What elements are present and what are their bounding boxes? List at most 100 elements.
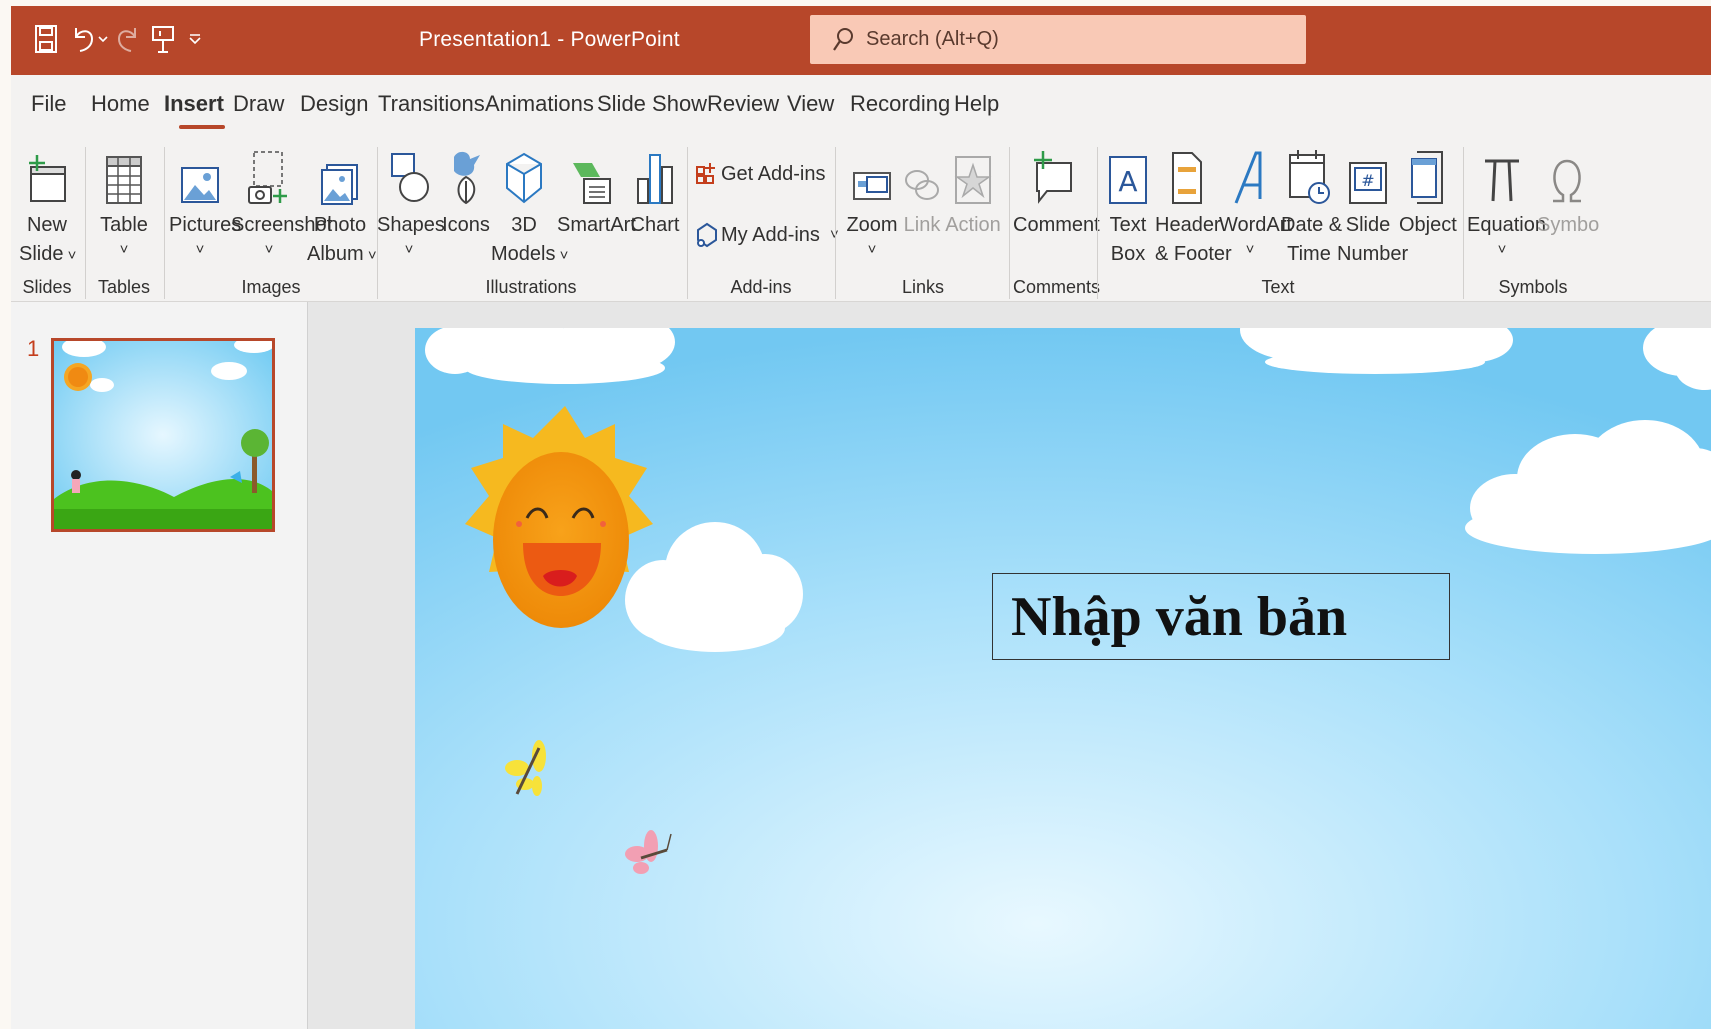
chevron-down-icon: ˅: [195, 241, 205, 258]
tab-animations[interactable]: Animations: [485, 91, 594, 117]
shapes-button[interactable]: Shapes ˅: [377, 143, 445, 260]
group-divider: [1009, 147, 1010, 299]
group-label-text: Text: [1261, 277, 1295, 297]
document-title: Presentation1 - PowerPoint: [419, 28, 680, 51]
undo-dropdown-chevron-icon[interactable]: [96, 22, 110, 56]
screenshot-label: Screenshot: [231, 214, 333, 236]
my-addins-button[interactable]: My Add-ins ˅: [695, 221, 839, 249]
search-icon: [832, 27, 854, 53]
3d-models-button[interactable]: 3D Models ˅: [491, 143, 568, 269]
slide-number-indicator: 1: [27, 336, 40, 361]
new-slide-button[interactable]: New Slide ˅: [19, 143, 76, 269]
slide-canvas[interactable]: Nhập văn bản: [415, 328, 1711, 1029]
new-slide-label-row: Slide ˅: [19, 240, 76, 269]
get-addins-button[interactable]: Get Add-ins: [695, 161, 826, 187]
new-slide-label-2: Slide: [19, 243, 64, 265]
date-time-label-1: Date &: [1281, 214, 1343, 236]
icons-icon: [441, 143, 491, 207]
action-button[interactable]: Action: [945, 143, 1001, 240]
slide-text-content[interactable]: Nhập văn bản: [1011, 585, 1347, 649]
smartart-label: SmartArt: [557, 214, 636, 236]
header-footer-button[interactable]: Header & Footer: [1155, 143, 1232, 269]
pictures-button[interactable]: Pictures ˅: [169, 143, 242, 260]
link-button[interactable]: Link: [899, 143, 945, 240]
shapes-label: Shapes: [377, 214, 445, 236]
group-label-links: Links: [901, 277, 945, 297]
group-label-comments: Comments: [1013, 277, 1101, 297]
chart-label: Chart: [630, 214, 680, 236]
tab-home[interactable]: Home: [91, 91, 150, 117]
save-icon[interactable]: [31, 22, 61, 56]
chevron-down-icon: ˅: [555, 247, 569, 264]
search-input[interactable]: Search (Alt+Q): [810, 15, 1306, 64]
slide-text-box[interactable]: Nhập văn bản: [992, 573, 1450, 660]
group-label-images: Images: [241, 277, 301, 297]
link-label: Link: [903, 214, 941, 236]
tab-view[interactable]: View: [787, 91, 834, 117]
table-button[interactable]: Table ˅: [93, 143, 155, 260]
pictures-label: Pictures: [169, 214, 242, 236]
photo-album-label-1: Photo: [313, 214, 367, 236]
wordart-button[interactable]: WordArt ˅: [1219, 143, 1292, 260]
table-icon: [93, 143, 155, 207]
get-addins-icon: [695, 161, 717, 187]
calendar-clock-icon: [1281, 143, 1337, 207]
new-slide-icon: [19, 143, 75, 207]
text-box-icon: A: [1105, 143, 1151, 207]
group-label-illustrations: Illustrations: [485, 277, 577, 297]
object-button[interactable]: Object: [1399, 143, 1457, 240]
photo-album-label-row: Album ˅: [307, 240, 377, 269]
screenshot-button[interactable]: Screenshot ˅: [231, 143, 333, 260]
start-from-beginning-icon[interactable]: [147, 22, 179, 56]
slide-number-label-2: Number: [1337, 243, 1409, 265]
equation-button[interactable]: Equation ˅: [1467, 143, 1546, 260]
zoom-button[interactable]: Zoom ˅: [845, 143, 899, 260]
photo-album-button[interactable]: Photo Album ˅: [307, 143, 377, 269]
slide-thumbnail-image: [54, 341, 272, 529]
powerpoint-window: Presentation1 - PowerPoint Search (Alt+Q…: [11, 6, 1711, 1029]
chevron-down-icon: ˅: [1497, 241, 1507, 258]
3d-models-label-row: Models ˅: [491, 240, 568, 269]
group-label-symbols: Symbols: [1498, 277, 1568, 297]
tab-transitions[interactable]: Transitions: [378, 91, 485, 117]
text-box-label-2: Box: [1110, 243, 1146, 265]
slide-thumbnail[interactable]: [51, 338, 275, 532]
tab-design[interactable]: Design: [300, 91, 368, 117]
slide-number-button[interactable]: # Slide Number: [1337, 143, 1409, 269]
pi-equation-icon: [1467, 143, 1537, 207]
slide-thumbnail-pane: 1: [11, 302, 308, 1029]
tab-review[interactable]: Review: [707, 91, 779, 117]
link-icon: [899, 143, 945, 207]
group-divider: [687, 147, 688, 299]
chevron-down-icon: ˅: [264, 241, 274, 258]
tab-slide-show[interactable]: Slide Show: [597, 91, 707, 117]
wordart-label: WordArt: [1219, 214, 1292, 236]
my-addins-label: My Add-ins: [721, 223, 820, 246]
header-footer-label-2: & Footer: [1155, 243, 1232, 265]
undo-icon[interactable]: [67, 22, 99, 56]
shapes-icon: [377, 143, 441, 207]
customize-qat-icon[interactable]: [183, 22, 207, 56]
comment-button[interactable]: Comment: [1013, 143, 1100, 240]
slide-number-icon: #: [1337, 143, 1399, 207]
tab-recording[interactable]: Recording: [850, 91, 950, 117]
group-label-tables: Tables: [97, 277, 151, 297]
icons-button[interactable]: Icons: [441, 143, 491, 240]
photo-album-icon: [307, 143, 373, 207]
redo-icon[interactable]: [113, 22, 143, 56]
table-label: Table: [100, 214, 148, 236]
object-icon: [1399, 143, 1455, 207]
tab-file[interactable]: File: [31, 91, 66, 117]
tab-draw[interactable]: Draw: [233, 91, 284, 117]
tab-insert[interactable]: Insert: [164, 91, 224, 117]
new-slide-label-1: New: [26, 214, 67, 236]
date-time-button[interactable]: Date & Time: [1281, 143, 1343, 269]
search-placeholder: Search (Alt+Q): [866, 28, 999, 50]
chart-button[interactable]: Chart: [627, 143, 683, 240]
chevron-down-icon: ˅: [1245, 241, 1255, 258]
comment-icon: [1013, 143, 1093, 207]
tab-help[interactable]: Help: [954, 91, 999, 117]
symbol-button[interactable]: Symbo: [1537, 143, 1599, 240]
text-box-button[interactable]: A Text Box: [1105, 143, 1151, 269]
smartart-button[interactable]: SmartArt: [557, 143, 636, 240]
